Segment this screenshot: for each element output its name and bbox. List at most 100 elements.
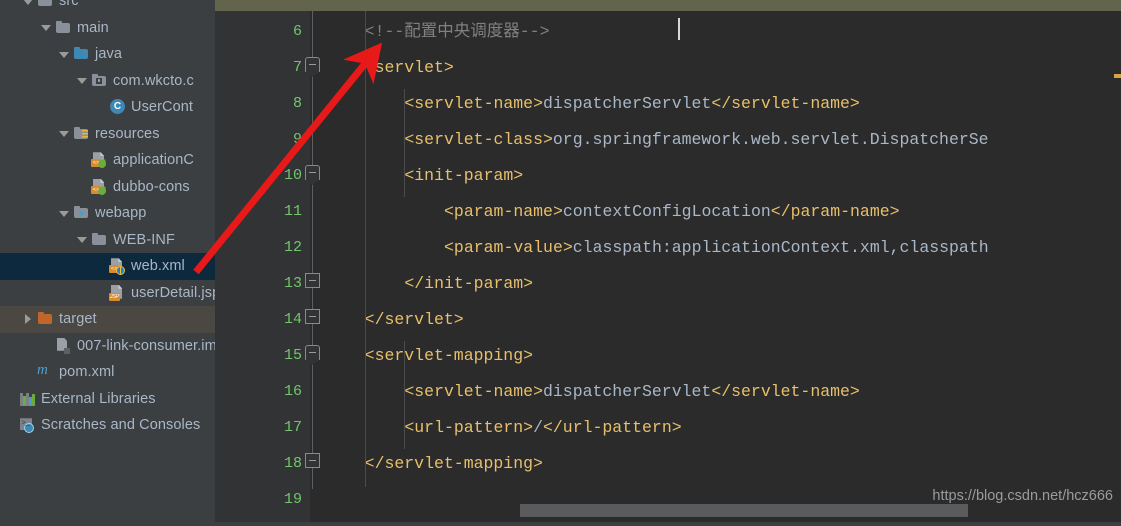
code-line[interactable]: </servlet-mapping> [365,446,543,482]
tree-item-applicationc[interactable]: applicationC [0,147,215,174]
code-token-comment: <!--配置中央调度器--> [364,22,550,41]
line-number: 16 [283,383,302,400]
code-token-tag: <url-pattern> [404,418,534,437]
tree-item-main[interactable]: main [0,15,215,42]
line-number: 10 [283,167,302,184]
tree-item-label: userDetail.jsp [131,284,215,301]
code-token-tag: </param-name> [770,202,900,221]
fold-region-line [312,11,313,489]
code-line[interactable]: <!--配置中央调度器--> [365,14,550,50]
tree-item-target[interactable]: target [0,306,215,333]
code-token-text: classpath:applicationContext.xml,classpa… [572,238,989,257]
chevron-down-icon[interactable] [58,127,71,140]
code-token-tag: <servlet-mapping> [364,346,533,365]
code-folding-column[interactable] [301,11,325,526]
code-token-tag: <param-name> [444,202,563,221]
tree-item-java[interactable]: java [0,41,215,68]
code-line[interactable]: <servlet-name>dispatcherServlet</servlet… [404,86,859,122]
spring-xml-file-icon [91,152,108,169]
tree-item-label: main [77,19,109,36]
line-number: 6 [292,23,302,40]
tree-item-external-libraries[interactable]: External Libraries [0,386,215,413]
line-number: 15 [283,347,302,364]
maven-icon [37,362,54,380]
tree-item-label: src [59,0,79,10]
fold-collapse-icon[interactable] [305,165,320,185]
code-token-tag: </url-pattern> [543,418,682,437]
tree-item-dubbo-cons[interactable]: dubbo-cons [0,174,215,201]
tree-item-label: 007-link-consumer.iml [77,337,215,354]
code-line[interactable]: <init-param> [404,158,523,194]
code-line[interactable]: <servlet-name>dispatcherServlet</servlet… [404,374,859,410]
chevron-down-icon[interactable] [40,21,53,34]
chevron-right-icon[interactable] [22,313,35,326]
web-xml-file-icon [109,258,126,276]
code-token-text: dispatcherServlet [542,382,712,401]
tree-item-label: pom.xml [59,364,115,381]
tree-item-com-wkcto-c[interactable]: com.wkcto.c [0,68,215,95]
tree-item-webapp[interactable]: webapp [0,200,215,227]
code-token-tag: </servlet> [364,310,464,329]
line-number-gutter[interactable]: 6 7 8 9 10 11 12 13 14 15 16 17 18 19 [215,11,310,526]
error-stripe-mark[interactable] [1114,74,1121,78]
editor-bottom-edge [215,522,1121,526]
tree-item-label: java [95,46,122,63]
project-tree-panel[interactable]: src main java com.wkcto.c UserCont resources a… [0,0,215,526]
code-line[interactable]: </servlet> [365,302,464,338]
code-line[interactable]: <param-name>contextConfigLocation</param… [444,194,900,230]
fold-collapse-icon[interactable] [305,345,320,365]
line-number: 18 [283,455,302,472]
code-token-tag: <servlet-name> [404,94,543,113]
chevron-down-icon[interactable] [58,207,71,220]
indent-guide [404,89,406,197]
tree-item-pom-xml[interactable]: pom.xml [0,359,215,386]
tree-item-label: External Libraries [41,390,156,407]
chevron-down-icon[interactable] [22,0,35,8]
code-editor[interactable]: 6 7 8 9 10 11 12 13 14 15 16 17 18 19 <!--配置中央调度器--> <… [215,0,1121,526]
tree-item-web-inf[interactable]: WEB-INF [0,227,215,254]
line-number: 12 [283,239,302,256]
folder-source-icon [73,46,90,62]
folder-icon [37,311,54,327]
horizontal-scrollbar-thumb[interactable] [520,504,968,517]
tree-item-007-link-consumer-iml[interactable]: 007-link-consumer.iml [0,333,215,360]
tree-item-resources[interactable]: resources [0,121,215,148]
code-line[interactable]: <param-value>classpath:applicationContex… [444,230,989,266]
tree-item-label: target [59,311,97,328]
tree-item-scratches-and-consoles[interactable]: >_ Scratches and Consoles [0,412,215,439]
code-token-tag: </servlet-name> [711,94,860,113]
code-line[interactable]: <servlet-class>org.springframework.web.s… [404,122,988,158]
tree-item-label: resources [95,125,160,142]
code-text-area[interactable]: <!--配置中央调度器--> <servlet> <servlet-name>dis… [325,11,1121,526]
fold-region-end-icon[interactable] [305,309,320,324]
indent-guide [364,11,366,487]
fold-region-end-icon[interactable] [305,453,320,468]
code-line[interactable]: <url-pattern>/</url-pattern> [404,410,681,446]
folder-icon [55,20,72,36]
tree-item-src[interactable]: src [0,0,215,15]
code-token-text: dispatcherServlet [542,94,712,113]
code-line[interactable]: <servlet-mapping> [365,338,533,374]
code-line[interactable]: <servlet> [365,50,454,86]
tree-item-label: dubbo-cons [113,178,190,195]
tree-item-usercont[interactable]: UserCont [0,94,215,121]
folder-icon [37,0,54,9]
tree-item-web-xml[interactable]: web.xml [0,253,215,280]
tree-item-userdetail-jsp[interactable]: JSP userDetail.jsp [0,280,215,307]
chevron-down-icon[interactable] [58,48,71,61]
chevron-down-icon[interactable] [76,233,89,246]
chevron-down-icon[interactable] [76,74,89,87]
fold-collapse-icon[interactable] [305,57,320,77]
code-line[interactable]: </init-param> [404,266,533,302]
idea-window: src main java com.wkcto.c UserCont resources a… [0,0,1121,526]
code-token-text: org.springframework.web.servlet.Dispatch… [552,130,989,149]
fold-region-end-icon[interactable] [305,273,320,288]
tree-item-label: Scratches and Consoles [41,417,201,434]
